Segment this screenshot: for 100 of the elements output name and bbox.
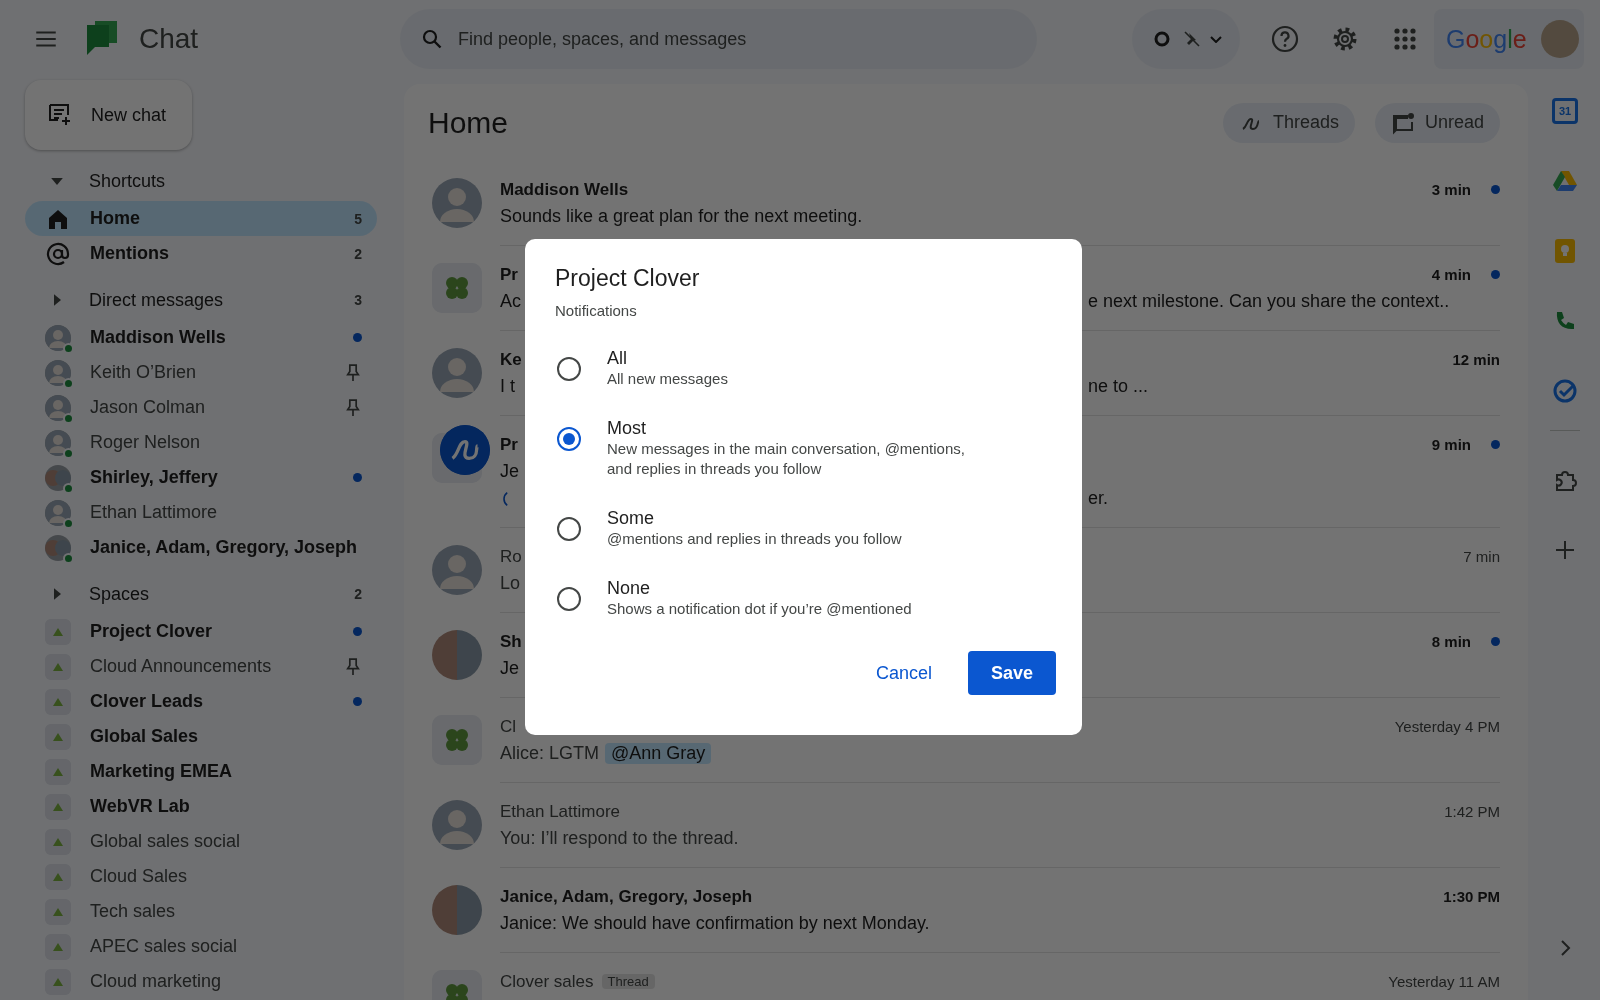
- sender-name: Ethan Lattimore: [500, 801, 620, 822]
- group-avatar-icon: [45, 534, 71, 561]
- cancel-button[interactable]: Cancel: [863, 652, 944, 694]
- sidebar-item[interactable]: Marketing EMEA: [25, 754, 377, 789]
- timestamp: 8 min: [1431, 633, 1471, 650]
- new-chat-button[interactable]: New chat: [25, 80, 192, 150]
- sender-name: Pr: [500, 434, 518, 455]
- message-preview: Sounds like a great plan for the next meeting.: [500, 206, 863, 227]
- radio-button[interactable]: [557, 427, 581, 451]
- sidebar-item[interactable]: Cloud Sales: [25, 859, 377, 894]
- sidebar-item[interactable]: WebVR Lab: [25, 789, 377, 824]
- calendar-icon[interactable]: 31: [1552, 98, 1578, 124]
- timestamp: 9 min: [1431, 436, 1471, 453]
- account-switcher[interactable]: Google: [1434, 9, 1584, 69]
- unread-count: 3: [354, 292, 362, 308]
- sidebar-item[interactable]: Mentions 2: [25, 236, 377, 271]
- option-label[interactable]: All: [607, 347, 987, 369]
- message-preview: Ac: [500, 291, 521, 312]
- avatar-icon: [45, 359, 71, 386]
- sidebar-item[interactable]: Global Sales: [25, 719, 377, 754]
- at-sign-icon: [45, 240, 71, 267]
- avatar-icon: [432, 545, 482, 595]
- sidebar-item[interactable]: Project Clover: [25, 614, 377, 649]
- avatar-icon: [432, 348, 482, 398]
- sidebar-item[interactable]: Keith O’Brien: [25, 355, 377, 390]
- thread-tag: Thread: [601, 974, 655, 989]
- message-preview: ne to ...: [1088, 376, 1149, 397]
- avatar-icon: [432, 800, 482, 850]
- sidebar-item[interactable]: Jason Colman: [25, 390, 377, 425]
- option-label[interactable]: Some: [607, 507, 987, 529]
- sidebar-item[interactable]: Tech sales: [25, 894, 377, 929]
- sidebar-item[interactable]: Cloud marketing: [25, 964, 377, 999]
- avatar-icon: [432, 178, 482, 228]
- timestamp: Yesterday 11 AM: [1388, 973, 1500, 990]
- message-preview: Alice: LGTM: [500, 743, 600, 764]
- timestamp: 7 min: [1463, 548, 1500, 565]
- caret-icon: [1210, 35, 1222, 43]
- sender-name: Clover sales: [500, 971, 594, 992]
- group-avatar-icon: [432, 885, 482, 935]
- page-title: Home: [428, 105, 510, 140]
- loading-arc-icon: [500, 490, 508, 507]
- section-heading[interactable]: Shortcuts: [89, 170, 362, 192]
- timestamp: 1:42 PM: [1444, 803, 1500, 820]
- caret-right-icon[interactable]: [53, 588, 61, 600]
- section-heading[interactable]: Spaces: [89, 583, 355, 605]
- message-preview: Lo: [500, 573, 521, 594]
- radio-button[interactable]: [557, 517, 581, 541]
- sender-name: Pr: [500, 264, 518, 285]
- message-preview: I t: [500, 376, 515, 397]
- app-title: Chat: [139, 23, 199, 55]
- checkmark-circle-icon[interactable]: [1552, 378, 1578, 404]
- google-logo: Google: [1446, 24, 1527, 54]
- sender-name: Sh: [500, 631, 522, 652]
- option-label[interactable]: Most: [607, 417, 987, 439]
- message-preview: You: I’ll respond to the thread.: [500, 828, 739, 849]
- avatar-icon: [45, 499, 71, 526]
- sidebar-item[interactable]: Janice, Adam, Gregory, Joseph: [25, 530, 377, 565]
- sidebar-item[interactable]: Ethan Lattimore: [25, 495, 377, 530]
- message-preview: er.: [1088, 488, 1108, 509]
- option-description: All new messages: [607, 369, 729, 389]
- unread-icon: [1390, 110, 1415, 135]
- sidebar-item[interactable]: Roger Nelson: [25, 425, 377, 460]
- section-heading[interactable]: Direct messages: [89, 289, 355, 311]
- option-description: Shows a notification dot if you’re @mentioned: [607, 599, 913, 619]
- avatar-icon: [45, 394, 71, 421]
- help-icon[interactable]: [1270, 24, 1300, 54]
- sidebar-item[interactable]: APEC sales social: [25, 929, 377, 964]
- caret-right-icon[interactable]: [53, 294, 61, 306]
- search-field[interactable]: Find people, spaces, and messages: [400, 9, 1037, 69]
- message-preview: Janice: We should have confirmation by next Monday.: [500, 913, 930, 934]
- group-avatar-icon: [432, 630, 482, 680]
- timestamp: 1:30 PM: [1443, 888, 1500, 905]
- drive-icon[interactable]: [1552, 168, 1578, 194]
- message-preview: e next milestone. Can you share the context..: [1088, 291, 1450, 312]
- option-label[interactable]: None: [607, 577, 987, 599]
- option-description: @mentions and replies in threads you follow: [607, 529, 903, 549]
- dialog-subtitle: Notifications: [555, 302, 638, 319]
- avatar-icon: [45, 429, 71, 456]
- group-avatar-icon: [45, 464, 71, 491]
- dialog-title: Project Clover: [555, 265, 701, 292]
- sidebar-item[interactable]: Global sales social: [25, 824, 377, 859]
- sidebar-item[interactable]: Maddison Wells: [25, 320, 377, 355]
- save-button[interactable]: Save: [968, 651, 1056, 695]
- sidebar-item[interactable]: Cloud Announcements: [25, 649, 377, 684]
- sidebar-item[interactable]: Home 5: [25, 201, 377, 236]
- sender-name: Cl: [500, 716, 517, 737]
- unread-count: 2: [354, 586, 362, 602]
- option-description: New messages in the main conversation, @mentions, and replies in threads you follow: [607, 439, 966, 479]
- unread-count: 5: [354, 210, 362, 227]
- sidebar-item[interactable]: Clover Leads: [25, 684, 377, 719]
- timestamp: 12 min: [1452, 351, 1500, 368]
- filter-chip[interactable]: Threads: [1222, 102, 1355, 143]
- radio-button[interactable]: [557, 587, 581, 611]
- sidebar-item[interactable]: Shirley, Jeffery: [25, 460, 377, 495]
- filter-chip[interactable]: Unread: [1374, 102, 1500, 143]
- compose-icon: [47, 102, 73, 128]
- message-preview: Je: [500, 658, 519, 679]
- radio-button[interactable]: [557, 357, 581, 381]
- avatar-icon: [45, 324, 71, 351]
- caret-down-icon[interactable]: [51, 177, 63, 185]
